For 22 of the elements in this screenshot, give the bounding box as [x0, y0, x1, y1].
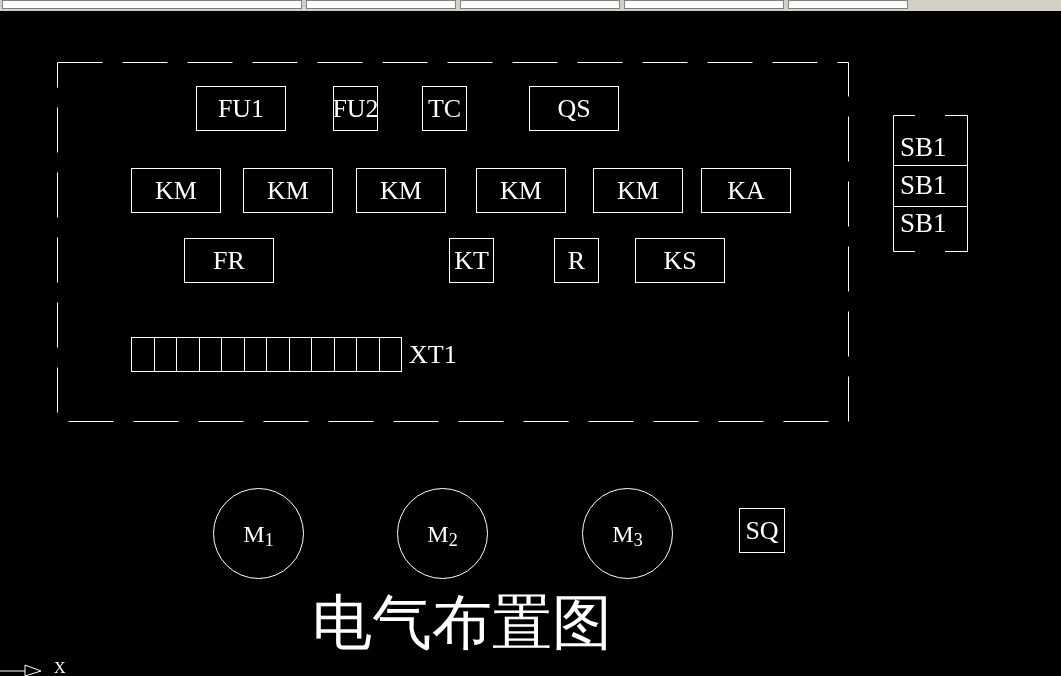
- ucs-axis-icon: [0, 664, 42, 676]
- component-label: R: [554, 238, 599, 283]
- component-label: FR: [184, 238, 274, 283]
- component-label: KM: [356, 168, 446, 213]
- axis-label: X: [54, 660, 66, 676]
- component-label: KA: [701, 168, 791, 213]
- terminal-strip-label: XT1: [409, 339, 457, 371]
- push-button-label: SB1: [900, 172, 947, 199]
- component-label: KM: [593, 168, 683, 213]
- component-label: QS: [529, 86, 619, 131]
- component-label: KT: [449, 238, 494, 283]
- drawing-title: 电气布置图: [312, 592, 612, 652]
- component-label: KM: [131, 168, 221, 213]
- component-label: FU2: [333, 86, 378, 131]
- limit-switch-label: SQ: [739, 508, 785, 553]
- push-button-label: SB1: [900, 134, 947, 161]
- component-label: KM: [243, 168, 333, 213]
- component-label: FU1: [196, 86, 286, 131]
- component-label: KS: [635, 238, 725, 283]
- component-label: TC: [422, 86, 467, 131]
- component-label: KM: [476, 168, 566, 213]
- push-button-label: SB1: [900, 210, 947, 237]
